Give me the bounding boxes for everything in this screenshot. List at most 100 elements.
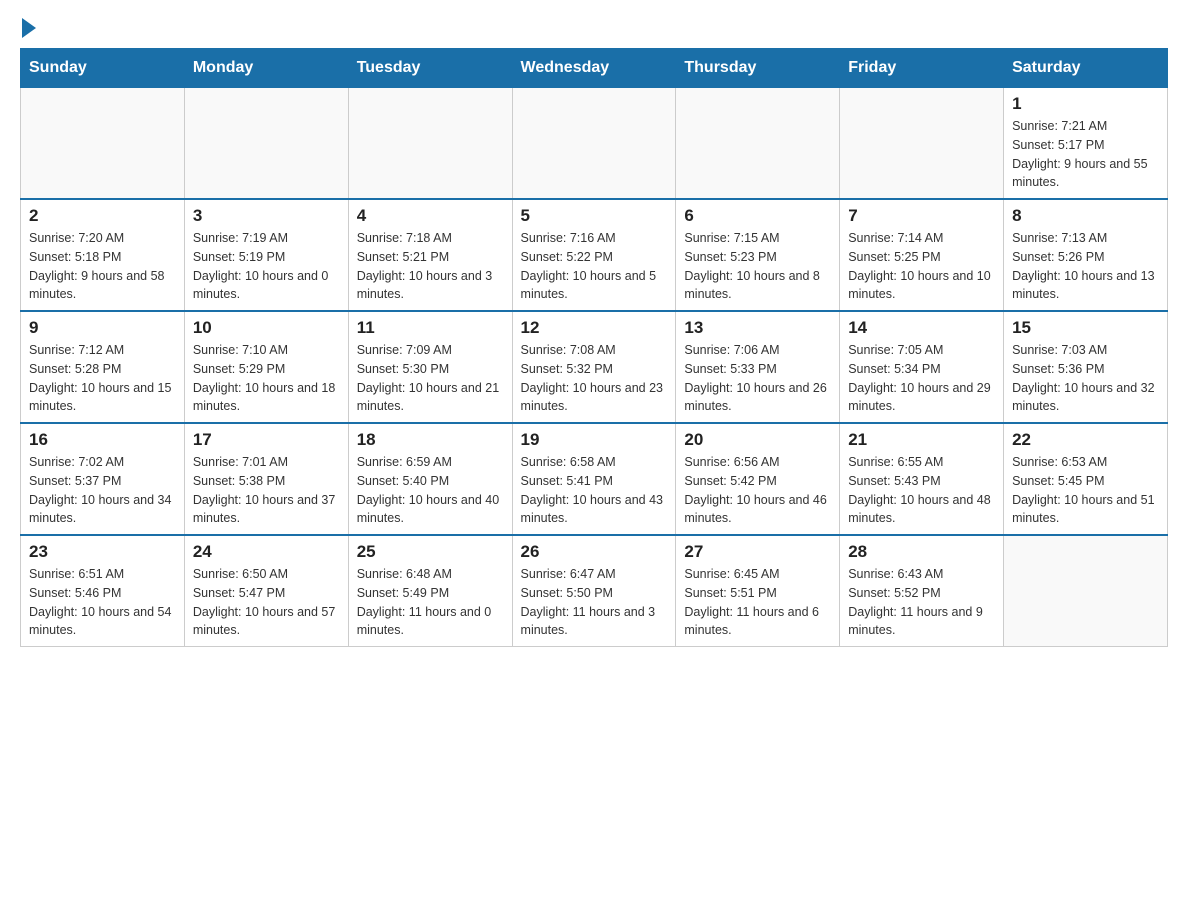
weekday-header-sunday: Sunday (21, 49, 185, 88)
day-number: 18 (357, 430, 504, 450)
day-number: 15 (1012, 318, 1159, 338)
logo (20, 20, 36, 38)
day-sun-info: Sunrise: 7:08 AMSunset: 5:32 PMDaylight:… (521, 341, 668, 416)
day-number: 7 (848, 206, 995, 226)
day-sun-info: Sunrise: 6:43 AMSunset: 5:52 PMDaylight:… (848, 565, 995, 640)
calendar-cell: 17 Sunrise: 7:01 AMSunset: 5:38 PMDayligh… (184, 423, 348, 535)
calendar-week-row: 16 Sunrise: 7:02 AMSunset: 5:37 PMDayligh… (21, 423, 1168, 535)
weekday-header-wednesday: Wednesday (512, 49, 676, 88)
day-number: 28 (848, 542, 995, 562)
day-sun-info: Sunrise: 6:50 AMSunset: 5:47 PMDaylight:… (193, 565, 340, 640)
day-number: 17 (193, 430, 340, 450)
calendar-week-row: 2 Sunrise: 7:20 AMSunset: 5:18 PMDaylight… (21, 199, 1168, 311)
day-number: 23 (29, 542, 176, 562)
calendar-cell: 20 Sunrise: 6:56 AMSunset: 5:42 PMDayligh… (676, 423, 840, 535)
calendar-week-row: 1 Sunrise: 7:21 AMSunset: 5:17 PMDaylight… (21, 88, 1168, 200)
calendar-cell: 11 Sunrise: 7:09 AMSunset: 5:30 PMDayligh… (348, 311, 512, 423)
weekday-header-monday: Monday (184, 49, 348, 88)
calendar-cell (21, 88, 185, 200)
day-sun-info: Sunrise: 6:45 AMSunset: 5:51 PMDaylight:… (684, 565, 831, 640)
day-number: 4 (357, 206, 504, 226)
calendar-cell: 14 Sunrise: 7:05 AMSunset: 5:34 PMDayligh… (840, 311, 1004, 423)
day-sun-info: Sunrise: 7:12 AMSunset: 5:28 PMDaylight:… (29, 341, 176, 416)
day-number: 12 (521, 318, 668, 338)
calendar-cell: 22 Sunrise: 6:53 AMSunset: 5:45 PMDayligh… (1004, 423, 1168, 535)
day-number: 25 (357, 542, 504, 562)
day-sun-info: Sunrise: 7:21 AMSunset: 5:17 PMDaylight:… (1012, 117, 1159, 192)
day-number: 3 (193, 206, 340, 226)
day-sun-info: Sunrise: 7:09 AMSunset: 5:30 PMDaylight:… (357, 341, 504, 416)
day-number: 5 (521, 206, 668, 226)
weekday-header-row: SundayMondayTuesdayWednesdayThursdayFrid… (21, 49, 1168, 88)
calendar-cell: 26 Sunrise: 6:47 AMSunset: 5:50 PMDayligh… (512, 535, 676, 647)
calendar-cell: 12 Sunrise: 7:08 AMSunset: 5:32 PMDayligh… (512, 311, 676, 423)
day-sun-info: Sunrise: 7:10 AMSunset: 5:29 PMDaylight:… (193, 341, 340, 416)
calendar-cell (348, 88, 512, 200)
calendar-cell: 23 Sunrise: 6:51 AMSunset: 5:46 PMDayligh… (21, 535, 185, 647)
day-sun-info: Sunrise: 7:14 AMSunset: 5:25 PMDaylight:… (848, 229, 995, 304)
day-sun-info: Sunrise: 6:53 AMSunset: 5:45 PMDaylight:… (1012, 453, 1159, 528)
day-sun-info: Sunrise: 7:05 AMSunset: 5:34 PMDaylight:… (848, 341, 995, 416)
day-number: 20 (684, 430, 831, 450)
day-number: 9 (29, 318, 176, 338)
day-number: 11 (357, 318, 504, 338)
weekday-header-tuesday: Tuesday (348, 49, 512, 88)
day-sun-info: Sunrise: 6:58 AMSunset: 5:41 PMDaylight:… (521, 453, 668, 528)
calendar-cell (840, 88, 1004, 200)
weekday-header-friday: Friday (840, 49, 1004, 88)
calendar-cell: 1 Sunrise: 7:21 AMSunset: 5:17 PMDaylight… (1004, 88, 1168, 200)
calendar-cell: 18Sunrise: 6:59 AMSunset: 5:40 PMDayligh… (348, 423, 512, 535)
day-number: 13 (684, 318, 831, 338)
day-number: 14 (848, 318, 995, 338)
day-sun-info: Sunrise: 6:48 AMSunset: 5:49 PMDaylight:… (357, 565, 504, 640)
calendar-cell: 5 Sunrise: 7:16 AMSunset: 5:22 PMDaylight… (512, 199, 676, 311)
calendar-cell: 7 Sunrise: 7:14 AMSunset: 5:25 PMDaylight… (840, 199, 1004, 311)
day-number: 27 (684, 542, 831, 562)
calendar-cell: 15 Sunrise: 7:03 AMSunset: 5:36 PMDayligh… (1004, 311, 1168, 423)
calendar-cell: 28 Sunrise: 6:43 AMSunset: 5:52 PMDayligh… (840, 535, 1004, 647)
day-sun-info: Sunrise: 7:18 AMSunset: 5:21 PMDaylight:… (357, 229, 504, 304)
calendar-cell: 19 Sunrise: 6:58 AMSunset: 5:41 PMDayligh… (512, 423, 676, 535)
day-number: 16 (29, 430, 176, 450)
day-number: 26 (521, 542, 668, 562)
day-sun-info: Sunrise: 6:56 AMSunset: 5:42 PMDaylight:… (684, 453, 831, 528)
day-number: 24 (193, 542, 340, 562)
weekday-header-thursday: Thursday (676, 49, 840, 88)
day-number: 19 (521, 430, 668, 450)
day-sun-info: Sunrise: 7:01 AMSunset: 5:38 PMDaylight:… (193, 453, 340, 528)
calendar-cell: 13 Sunrise: 7:06 AMSunset: 5:33 PMDayligh… (676, 311, 840, 423)
calendar-cell: 2 Sunrise: 7:20 AMSunset: 5:18 PMDaylight… (21, 199, 185, 311)
calendar-cell: 10 Sunrise: 7:10 AMSunset: 5:29 PMDayligh… (184, 311, 348, 423)
day-sun-info: Sunrise: 7:20 AMSunset: 5:18 PMDaylight:… (29, 229, 176, 304)
day-number: 1 (1012, 94, 1159, 114)
calendar-cell (512, 88, 676, 200)
calendar-cell: 27 Sunrise: 6:45 AMSunset: 5:51 PMDayligh… (676, 535, 840, 647)
calendar-cell: 8 Sunrise: 7:13 AMSunset: 5:26 PMDaylight… (1004, 199, 1168, 311)
day-sun-info: Sunrise: 7:02 AMSunset: 5:37 PMDaylight:… (29, 453, 176, 528)
day-number: 8 (1012, 206, 1159, 226)
calendar-week-row: 9 Sunrise: 7:12 AMSunset: 5:28 PMDaylight… (21, 311, 1168, 423)
weekday-header-saturday: Saturday (1004, 49, 1168, 88)
day-number: 22 (1012, 430, 1159, 450)
calendar-cell (676, 88, 840, 200)
day-sun-info: Sunrise: 7:13 AMSunset: 5:26 PMDaylight:… (1012, 229, 1159, 304)
day-number: 10 (193, 318, 340, 338)
calendar-cell: 6Sunrise: 7:15 AMSunset: 5:23 PMDaylight… (676, 199, 840, 311)
day-sun-info: Sunrise: 7:16 AMSunset: 5:22 PMDaylight:… (521, 229, 668, 304)
day-number: 21 (848, 430, 995, 450)
header (20, 20, 1168, 38)
day-number: 2 (29, 206, 176, 226)
day-sun-info: Sunrise: 7:06 AMSunset: 5:33 PMDaylight:… (684, 341, 831, 416)
calendar-cell: 3Sunrise: 7:19 AMSunset: 5:19 PMDaylight… (184, 199, 348, 311)
day-sun-info: Sunrise: 7:15 AMSunset: 5:23 PMDaylight:… (684, 229, 831, 304)
day-sun-info: Sunrise: 6:47 AMSunset: 5:50 PMDaylight:… (521, 565, 668, 640)
calendar-cell: 16 Sunrise: 7:02 AMSunset: 5:37 PMDayligh… (21, 423, 185, 535)
calendar-cell: 21Sunrise: 6:55 AMSunset: 5:43 PMDayligh… (840, 423, 1004, 535)
day-sun-info: Sunrise: 7:03 AMSunset: 5:36 PMDaylight:… (1012, 341, 1159, 416)
calendar-cell (184, 88, 348, 200)
calendar-cell: 4 Sunrise: 7:18 AMSunset: 5:21 PMDaylight… (348, 199, 512, 311)
day-sun-info: Sunrise: 6:51 AMSunset: 5:46 PMDaylight:… (29, 565, 176, 640)
calendar-cell: 9 Sunrise: 7:12 AMSunset: 5:28 PMDaylight… (21, 311, 185, 423)
calendar-table: SundayMondayTuesdayWednesdayThursdayFrid… (20, 48, 1168, 647)
calendar-cell: 24 Sunrise: 6:50 AMSunset: 5:47 PMDayligh… (184, 535, 348, 647)
